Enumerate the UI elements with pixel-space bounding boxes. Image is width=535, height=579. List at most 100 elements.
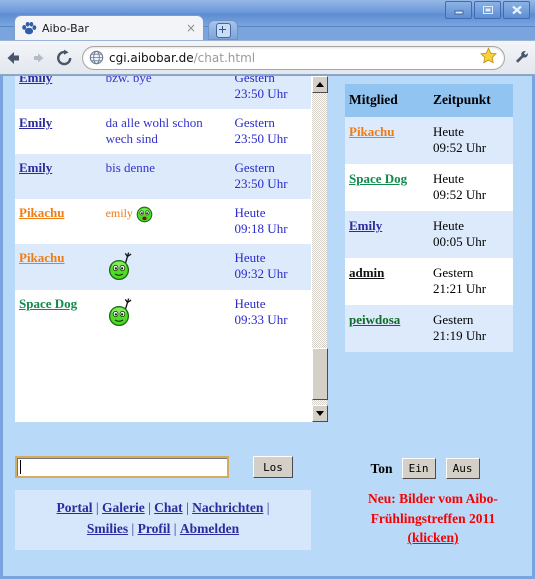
chat-time-cell: Heute 09:32 Uhr xyxy=(230,244,311,290)
nav-link-smilies[interactable]: Smilies xyxy=(87,521,128,536)
chat-username-link[interactable]: Pikachu xyxy=(19,250,65,265)
member-list-panel: Mitglied Zeitpunkt Pikachu Heute 09:52 U… xyxy=(345,84,513,352)
nav-link-galerie[interactable]: Galerie xyxy=(102,500,145,515)
member-name-link[interactable]: peiwdosa xyxy=(349,312,400,327)
address-bar[interactable]: cgi.aibobar.de/chat.html xyxy=(82,45,505,70)
nav-link-abmelden[interactable]: Abmelden xyxy=(180,521,239,536)
nav-separator: | xyxy=(186,500,189,515)
chat-time: 09:33 Uhr xyxy=(234,312,288,327)
chat-day: Gestern xyxy=(234,115,275,130)
member-day: Heute xyxy=(433,171,465,186)
chat-scrollbar[interactable] xyxy=(311,76,328,422)
url-path: /chat.html xyxy=(193,50,256,65)
submit-button[interactable]: Los xyxy=(253,456,293,478)
chat-time: 23:50 Uhr xyxy=(234,86,288,101)
scroll-up-arrow-icon xyxy=(316,82,324,87)
chat-input-form: Los xyxy=(15,447,311,487)
new-tab-button[interactable] xyxy=(208,20,238,40)
scroll-down-arrow-icon xyxy=(316,411,324,416)
chat-username-link[interactable]: Emily xyxy=(19,160,52,175)
nav-separator: | xyxy=(131,520,135,536)
member-name-cell: Emily xyxy=(345,211,429,258)
chat-username-link[interactable]: Space Dog xyxy=(19,296,77,311)
chat-message-text: emily xyxy=(105,206,133,220)
scroll-down-button[interactable] xyxy=(312,405,328,422)
back-button[interactable] xyxy=(0,45,26,71)
browser-tab-aibo-bar[interactable]: Aibo-Bar × xyxy=(14,15,204,40)
chat-day: Heute xyxy=(234,205,266,220)
member-time-cell: Gestern 21:19 Uhr xyxy=(429,305,513,352)
reload-icon xyxy=(57,49,72,65)
star-icon xyxy=(479,46,497,63)
nav-link-portal[interactable]: Portal xyxy=(57,500,93,515)
chat-message-cell: bis denne xyxy=(101,154,231,199)
scrollbar-thumb[interactable] xyxy=(312,348,328,400)
promo-line-2: Frühlingstreffen 2011 xyxy=(370,510,496,526)
globe-icon xyxy=(89,50,104,65)
chat-username-link[interactable]: Emily xyxy=(19,76,52,85)
member-name-link[interactable]: Pikachu xyxy=(349,124,395,139)
chat-time: 09:18 Uhr xyxy=(234,221,288,236)
member-name-link[interactable]: Space Dog xyxy=(349,171,407,186)
nav-link-profil[interactable]: Profil xyxy=(138,521,171,536)
chat-day: Gestern xyxy=(234,76,275,85)
member-header-time: Zeitpunkt xyxy=(429,84,513,117)
chat-message-cell: bzw. bye xyxy=(101,76,231,109)
chat-user-cell: Space Dog xyxy=(15,290,102,336)
chat-time: 23:50 Uhr xyxy=(234,131,288,146)
tab-close-icon[interactable]: × xyxy=(185,21,197,35)
nav-link-nachrichten[interactable]: Nachrichten xyxy=(192,500,263,515)
member-time: 09:52 Uhr xyxy=(433,187,487,202)
chat-message-text: da alle wohl schon wech sind xyxy=(105,115,203,146)
member-time: 21:19 Uhr xyxy=(433,328,487,343)
chat-time-cell: Heute 09:33 Uhr xyxy=(230,290,311,336)
promo-link[interactable]: (klicken) xyxy=(407,530,458,545)
member-name-link[interactable]: Emily xyxy=(349,218,382,233)
chat-message-cell: emily xyxy=(101,199,231,244)
chat-row: Emily bzw. bye Gestern 23:50 Uhr xyxy=(15,76,311,109)
sound-controls: Ton Ein Aus xyxy=(345,458,515,479)
wrench-menu-button[interactable] xyxy=(509,45,535,71)
member-time: 21:21 Uhr xyxy=(433,281,487,296)
member-day: Heute xyxy=(433,218,465,233)
member-name-link[interactable]: admin xyxy=(349,265,384,280)
bookmark-star-icon[interactable] xyxy=(478,46,498,69)
chat-row: Emily da alle wohl schon wech sind Geste… xyxy=(15,109,311,154)
member-name-cell: admin xyxy=(345,258,429,305)
chat-time: 23:50 Uhr xyxy=(234,176,288,191)
url-text: cgi.aibobar.de/chat.html xyxy=(109,51,478,65)
member-header-row: Mitglied Zeitpunkt xyxy=(345,84,513,117)
chat-scroll-content: Emily bzw. bye Gestern 23:50 Uhr Emily d… xyxy=(15,76,311,336)
member-time: 00:05 Uhr xyxy=(433,234,487,249)
chat-message-text: bis denne xyxy=(105,160,156,175)
chat-table: Emily bzw. bye Gestern 23:50 Uhr Emily d… xyxy=(15,76,311,336)
plus-icon xyxy=(215,22,231,38)
waving-green-smiley-icon xyxy=(108,298,132,327)
member-day: Heute xyxy=(433,124,465,139)
text-caret xyxy=(20,460,21,474)
chat-row: Space Dog Heute 09:33 Uhr xyxy=(15,290,311,336)
chat-username-link[interactable]: Pikachu xyxy=(19,205,65,220)
sound-on-button[interactable]: Ein xyxy=(401,458,436,479)
scroll-up-button[interactable] xyxy=(312,76,328,93)
reload-button[interactable] xyxy=(52,45,78,71)
browser-toolbar: cgi.aibobar.de/chat.html xyxy=(0,40,535,75)
member-header-name: Mitglied xyxy=(345,84,429,117)
chat-day: Gestern xyxy=(234,160,275,175)
promo-notice: Neu: Bilder vom Aibo- Frühlingstreffen 2… xyxy=(343,489,523,548)
url-host: cgi.aibobar.de xyxy=(109,50,194,65)
member-table: Mitglied Zeitpunkt Pikachu Heute 09:52 U… xyxy=(345,84,513,352)
waving-green-smiley-icon xyxy=(108,252,132,281)
member-time-cell: Heute 00:05 Uhr xyxy=(429,211,513,258)
paw-print-icon xyxy=(22,22,37,35)
forward-button[interactable] xyxy=(26,45,52,71)
chat-user-cell: Pikachu xyxy=(15,244,102,290)
member-row: peiwdosa Gestern 21:19 Uhr xyxy=(345,305,513,352)
chat-username-link[interactable]: Emily xyxy=(19,115,52,130)
nav-link-chat[interactable]: Chat xyxy=(154,500,183,515)
nav-separator: | xyxy=(266,500,270,515)
member-name-cell: Pikachu xyxy=(345,117,429,164)
chat-message-input[interactable] xyxy=(15,456,229,478)
sound-off-button[interactable]: Aus xyxy=(445,458,480,479)
member-time-cell: Heute 09:52 Uhr xyxy=(429,117,513,164)
